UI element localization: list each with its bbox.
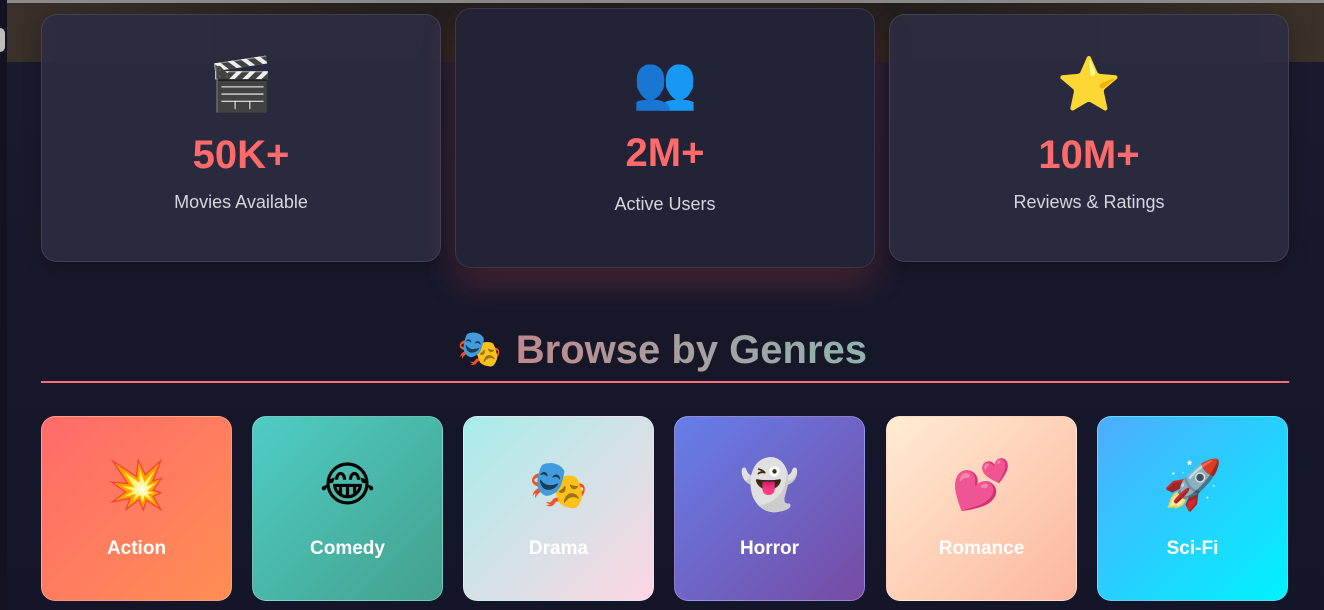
genre-card-romance[interactable]: 💕 Romance [886, 416, 1077, 601]
laughing-face-icon: 😂 [319, 457, 376, 513]
theater-masks-icon: 🎭 [456, 329, 502, 370]
rocket-icon: 🚀 [1162, 457, 1223, 513]
genre-label: Comedy [310, 538, 385, 559]
left-edge [0, 0, 7, 610]
genre-card-sci-fi[interactable]: 🚀 Sci-Fi [1097, 416, 1288, 601]
stat-value: 50K+ [192, 133, 290, 177]
genre-label: Horror [739, 538, 800, 559]
genre-label: Drama [528, 538, 589, 559]
theater-masks-icon: 🎭 [528, 457, 589, 513]
section-title-text: Browse by Genres [515, 328, 868, 372]
hearts-icon: 💕 [951, 457, 1012, 513]
side-tab-handle[interactable] [0, 28, 5, 52]
star-icon: ⭐ [1056, 55, 1122, 115]
genre-label: Romance [938, 538, 1025, 559]
ghost-icon: 👻 [739, 457, 800, 513]
stat-value: 10M+ [1038, 133, 1140, 177]
stat-label: Movies Available [174, 192, 308, 212]
explosion-icon: 💥 [106, 457, 167, 513]
stat-card-reviews: ⭐ 10M+ Reviews & Ratings [889, 14, 1289, 262]
stat-card-users: 👥 2M+ Active Users [455, 8, 875, 268]
genre-card-comedy[interactable]: 😂 Comedy [252, 416, 443, 601]
section-title-genres: 🎭 Browse by Genres [0, 324, 1324, 376]
section-divider [41, 381, 1289, 383]
stat-label: Reviews & Ratings [1013, 192, 1165, 212]
genre-card-action[interactable]: 💥 Action [41, 416, 232, 601]
genre-label: Action [106, 538, 167, 559]
genre-card-drama[interactable]: 🎭 Drama [463, 416, 654, 601]
users-icon: 👥 [632, 53, 698, 113]
genre-card-horror[interactable]: 👻 Horror [674, 416, 865, 601]
page: 🎬 50K+ Movies Available 👥 2M+ Active Use… [0, 0, 1324, 610]
stat-label: Active Users [614, 194, 716, 214]
stat-value: 2M+ [625, 131, 705, 175]
stat-card-movies: 🎬 50K+ Movies Available [41, 14, 441, 262]
genre-label: Sci-Fi [1166, 538, 1219, 559]
clapper-board-icon: 🎬 [208, 55, 274, 115]
